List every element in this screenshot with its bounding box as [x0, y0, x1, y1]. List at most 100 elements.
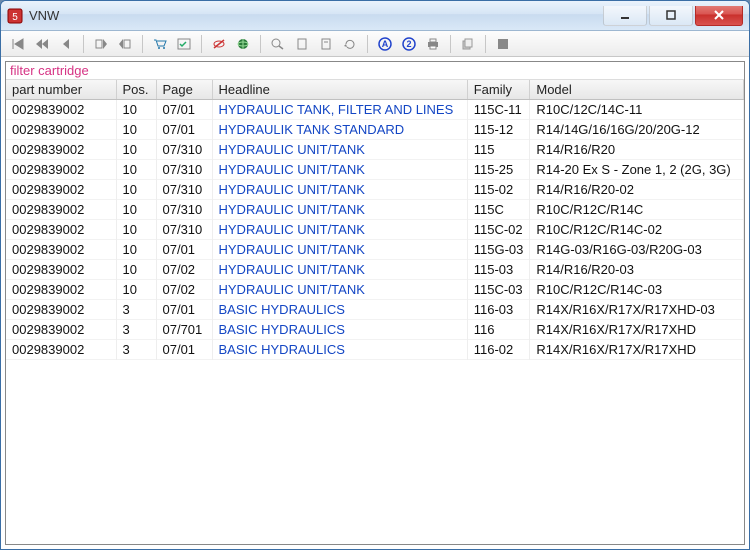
toolbar-separator — [450, 35, 451, 53]
col-part-number[interactable]: part number — [6, 80, 116, 100]
col-model[interactable]: Model — [530, 80, 744, 100]
table-row[interactable]: 00298390021007/310HYDRAULIC UNIT/TANK115… — [6, 140, 744, 160]
zoom-button[interactable] — [267, 34, 289, 54]
svg-text:A: A — [382, 39, 389, 49]
cell-pos: 10 — [116, 280, 156, 300]
two-circle-button[interactable]: 2 — [398, 34, 420, 54]
toolbar-separator — [201, 35, 202, 53]
page-button[interactable] — [291, 34, 313, 54]
col-pos[interactable]: Pos. — [116, 80, 156, 100]
doc-stack-button[interactable] — [457, 34, 479, 54]
cell-model: R10C/R12C/R14C-02 — [530, 220, 744, 240]
cell-pos: 10 — [116, 220, 156, 240]
cell-part: 0029839002 — [6, 340, 116, 360]
cell-headline: HYDRAULIC UNIT/TANK — [212, 160, 467, 180]
table-row[interactable]: 00298390021007/01HYDRAULIC TANK, FILTER … — [6, 100, 744, 120]
cell-page: 07/310 — [156, 180, 212, 200]
table-row[interactable]: 0029839002307/01BASIC HYDRAULICS116-03R1… — [6, 300, 744, 320]
cell-model: R14/R16/R20 — [530, 140, 744, 160]
cell-model: R14/R16/R20-02 — [530, 180, 744, 200]
nav-back-button[interactable] — [55, 34, 77, 54]
cell-page: 07/01 — [156, 240, 212, 260]
cell-model: R10C/12C/14C-11 — [530, 100, 744, 120]
cell-family: 115-25 — [467, 160, 530, 180]
cell-family: 116 — [467, 320, 530, 340]
cell-part: 0029839002 — [6, 280, 116, 300]
cell-pos: 10 — [116, 160, 156, 180]
svg-text:2: 2 — [406, 39, 411, 49]
cell-page: 07/02 — [156, 260, 212, 280]
col-headline[interactable]: Headline — [212, 80, 467, 100]
cell-page: 07/310 — [156, 140, 212, 160]
cell-family: 115G-03 — [467, 240, 530, 260]
toolbar-separator — [260, 35, 261, 53]
cell-pos: 10 — [116, 260, 156, 280]
col-family[interactable]: Family — [467, 80, 530, 100]
cell-pos: 10 — [116, 200, 156, 220]
cell-model: R10C/R12C/R14C-03 — [530, 280, 744, 300]
cycle-button[interactable] — [339, 34, 361, 54]
table-row[interactable]: 00298390021007/01HYDRAULIC UNIT/TANK115G… — [6, 240, 744, 260]
table-row[interactable]: 0029839002307/01BASIC HYDRAULICS116-02R1… — [6, 340, 744, 360]
cell-page: 07/01 — [156, 340, 212, 360]
cell-family: 115C-03 — [467, 280, 530, 300]
cell-page: 07/310 — [156, 200, 212, 220]
cell-pos: 3 — [116, 320, 156, 340]
cell-part: 0029839002 — [6, 240, 116, 260]
print-button[interactable] — [422, 34, 444, 54]
cell-model: R14G-03/R16G-03/R20G-03 — [530, 240, 744, 260]
content-area: filter cartridge part number Pos. Page H… — [5, 61, 745, 545]
table-row[interactable]: 0029839002307/701BASIC HYDRAULICS116R14X… — [6, 320, 744, 340]
stop-button[interactable] — [492, 34, 514, 54]
cell-headline: BASIC HYDRAULICS — [212, 300, 467, 320]
cell-page: 07/310 — [156, 160, 212, 180]
cart-button[interactable] — [149, 34, 171, 54]
cell-model: R14-20 Ex S - Zone 1, 2 (2G, 3G) — [530, 160, 744, 180]
minimize-button[interactable] — [603, 6, 647, 26]
cell-pos: 3 — [116, 300, 156, 320]
nav-fastback-button[interactable] — [31, 34, 53, 54]
cell-part: 0029839002 — [6, 120, 116, 140]
a-circle-button[interactable]: A — [374, 34, 396, 54]
cell-family: 115C-11 — [467, 100, 530, 120]
col-page[interactable]: Page — [156, 80, 212, 100]
filter-label: filter cartridge — [6, 62, 744, 80]
cell-page: 07/01 — [156, 100, 212, 120]
cell-part: 0029839002 — [6, 140, 116, 160]
table-row[interactable]: 00298390021007/02HYDRAULIC UNIT/TANK115C… — [6, 280, 744, 300]
table-row[interactable]: 00298390021007/310HYDRAULIC UNIT/TANK115… — [6, 220, 744, 240]
cell-part: 0029839002 — [6, 260, 116, 280]
cell-pos: 10 — [116, 120, 156, 140]
cell-model: R14/R16/R20-03 — [530, 260, 744, 280]
checked-list-button[interactable] — [173, 34, 195, 54]
table-row[interactable]: 00298390021007/310HYDRAULIC UNIT/TANK115… — [6, 180, 744, 200]
globe-button[interactable] — [232, 34, 254, 54]
cell-page: 07/01 — [156, 300, 212, 320]
svg-text:5: 5 — [12, 12, 18, 23]
cell-model: R14/14G/16/16G/20/20G-12 — [530, 120, 744, 140]
cell-part: 0029839002 — [6, 160, 116, 180]
window-controls — [603, 6, 749, 26]
close-button[interactable] — [695, 6, 743, 26]
table-row[interactable]: 00298390021007/310HYDRAULIC UNIT/TANK115… — [6, 160, 744, 180]
mark-button[interactable] — [90, 34, 112, 54]
app-window: 5 VNW A 2 filter ca — [0, 0, 750, 550]
cell-headline: BASIC HYDRAULICS — [212, 320, 467, 340]
titlebar[interactable]: 5 VNW — [1, 1, 749, 31]
cell-pos: 10 — [116, 240, 156, 260]
table-row[interactable]: 00298390021007/310HYDRAULIC UNIT/TANK115… — [6, 200, 744, 220]
table-row[interactable]: 00298390021007/02HYDRAULIC UNIT/TANK115-… — [6, 260, 744, 280]
page2-button[interactable] — [315, 34, 337, 54]
cell-part: 0029839002 — [6, 180, 116, 200]
table-row[interactable]: 00298390021007/01HYDRAULIK TANK STANDARD… — [6, 120, 744, 140]
unmark-button[interactable] — [114, 34, 136, 54]
cell-family: 115-02 — [467, 180, 530, 200]
maximize-button[interactable] — [649, 6, 693, 26]
cell-model: R14X/R16X/R17X/R17XHD — [530, 340, 744, 360]
cell-page: 07/02 — [156, 280, 212, 300]
no-eye-button[interactable] — [208, 34, 230, 54]
nav-first-button[interactable] — [7, 34, 29, 54]
cell-family: 115-03 — [467, 260, 530, 280]
cell-family: 116-03 — [467, 300, 530, 320]
toolbar-separator — [142, 35, 143, 53]
